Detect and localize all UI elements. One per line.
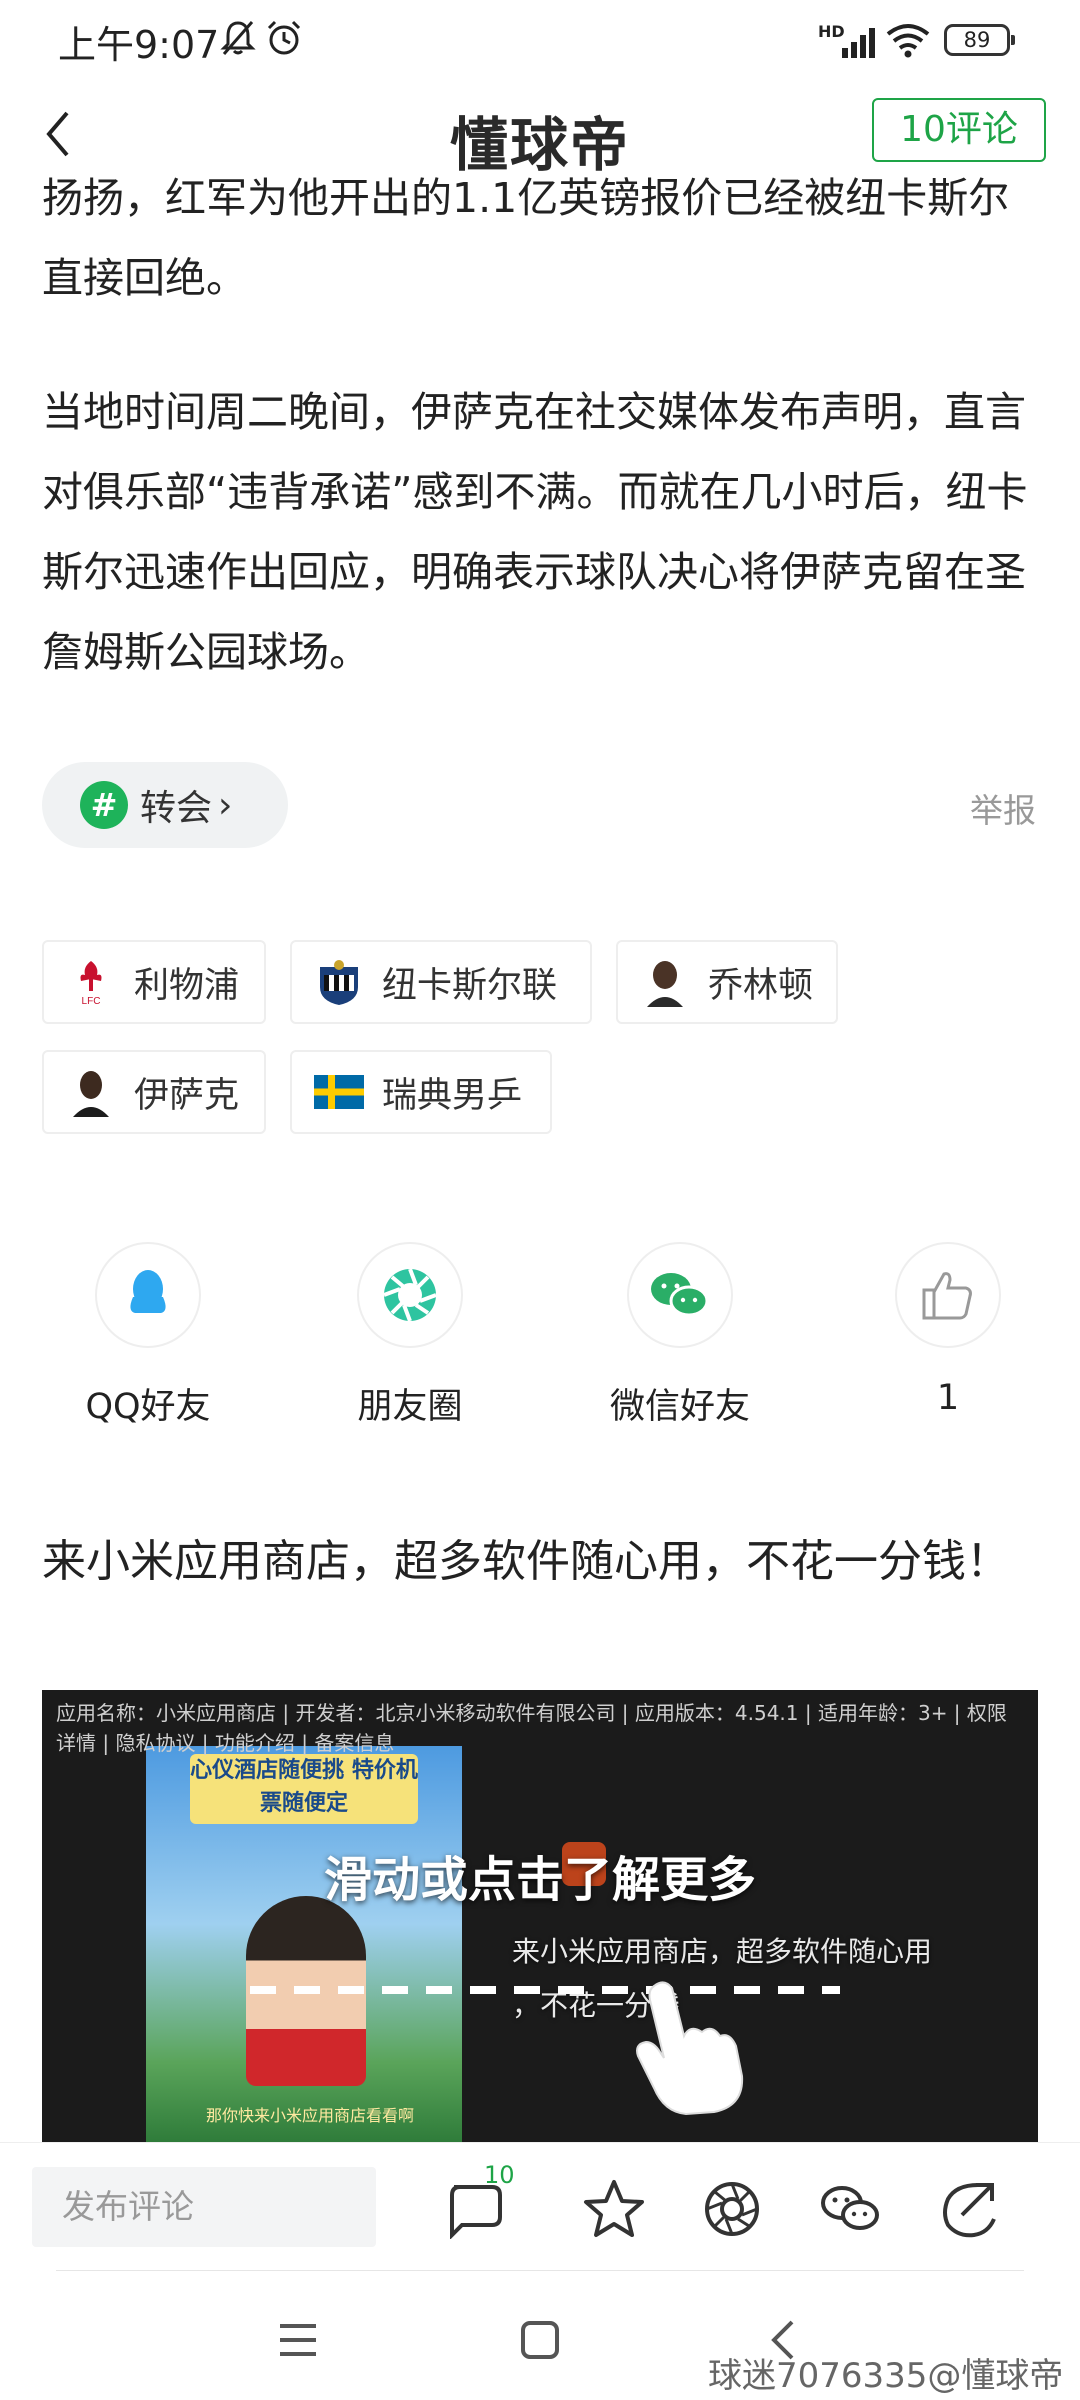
hashtag-icon: # [80, 781, 128, 829]
wifi-icon [884, 22, 932, 62]
share-moments-button[interactable]: 朋友圈 [310, 1242, 510, 1429]
tag-sweden-table-tennis[interactable]: 瑞典男乒 [290, 1050, 552, 1134]
home-button[interactable] [520, 2320, 560, 2364]
recent-apps-button[interactable] [278, 2322, 318, 2362]
tag-label: 乔林顿 [708, 965, 814, 1006]
system-navigation-bar: 球迷7076335@懂球帝 [0, 2282, 1080, 2400]
comment-count-badge: 10 [484, 2161, 515, 2189]
status-bar: 上午9:07 HD 89 [0, 0, 1080, 80]
square-home-icon [521, 2321, 559, 2359]
ad-subtitle-line: 来小米应用商店，超多软件随心用 [512, 1935, 933, 1968]
menu-icon [280, 2324, 316, 2356]
status-time: 上午9:07 [58, 23, 220, 67]
comment-count-button[interactable]: 10评论 [872, 98, 1046, 162]
star-icon [584, 2180, 644, 2237]
tag-isak[interactable]: 伊萨克 [42, 1050, 266, 1134]
share-button[interactable] [932, 2173, 1004, 2245]
back-button[interactable] [34, 104, 82, 164]
tag-label: 纽卡斯尔联 [382, 965, 558, 1006]
ad-title[interactable]: 来小米应用商店，超多软件随心用，不花一分钱！ [42, 1530, 1042, 1594]
sweden-flag-icon [314, 1067, 364, 1117]
share-label: 朋友圈 [357, 1387, 463, 1427]
moments-icon [705, 2182, 759, 2236]
like-button[interactable]: 1 [848, 1242, 1048, 1418]
ad-call-to-action[interactable]: 滑动或点击了解更多 [42, 1840, 1038, 1910]
report-link[interactable]: 举报 [970, 784, 1036, 832]
share-arrow-icon [943, 2183, 996, 2238]
ad-app-info[interactable]: 应用名称：小米应用商店 | 开发者：北京小米移动软件有限公司 | 应用版本：4.… [56, 1698, 1026, 1758]
alarm-clock-icon [264, 18, 304, 62]
topic-chip-transfer[interactable]: # 转会 › [42, 762, 288, 848]
share-label: 微信好友 [609, 1387, 750, 1427]
comment-input[interactable]: 发布评论 [32, 2167, 376, 2247]
tag-label: 伊萨克 [134, 1075, 240, 1116]
tag-label: 瑞典男乒 [382, 1075, 523, 1116]
share-qq-button[interactable]: QQ好友 [48, 1242, 248, 1429]
signal-icon [840, 26, 880, 62]
share-wechat-bar-button[interactable] [814, 2173, 886, 2245]
bottom-action-bar: 发布评论 10 [0, 2142, 1080, 2283]
bell-muted-icon [218, 18, 258, 62]
tag-newcastle[interactable]: 纽卡斯尔联 [290, 940, 592, 1024]
like-count: 1 [936, 1378, 960, 1418]
article-paragraph: 扬扬，红军为他开出的1.1亿英镑报价已经被纽卡斯尔直接回绝。 [42, 174, 1010, 302]
moments-icon [357, 1242, 463, 1348]
ad-poster-banner: 心仪酒店随便挑 特价机票随便定 [190, 1754, 418, 1824]
hand-pointer-icon [624, 1976, 754, 2120]
tag-label: 利物浦 [134, 965, 240, 1006]
article-paragraph: 当地时间周二晚间，伊萨克在社交媒体发布声明，直言对俱乐部“违背承诺”感到不满。而… [42, 388, 1028, 676]
share-label: QQ好友 [85, 1387, 211, 1427]
tag-liverpool[interactable]: LFC 利物浦 [42, 940, 266, 1024]
wechat-icon [821, 2186, 879, 2230]
chevron-left-icon [46, 111, 69, 157]
share-moments-bar-button[interactable] [696, 2173, 768, 2245]
qq-icon [95, 1242, 201, 1348]
tag-joelinton[interactable]: 乔林顿 [616, 940, 838, 1024]
liverpool-crest-icon: LFC [66, 957, 116, 1007]
topic-label: 转会 [140, 788, 213, 829]
share-wechat-button[interactable]: 微信好友 [580, 1242, 780, 1429]
favorite-button[interactable] [578, 2173, 650, 2245]
watermark: 球迷7076335@懂球帝 [708, 2356, 1064, 2396]
svg-text:LFC: LFC [82, 996, 101, 1007]
battery-indicator: 89 [944, 24, 1015, 56]
player-avatar-icon [640, 957, 690, 1007]
divider [56, 2270, 1024, 2271]
newcastle-crest-icon [314, 957, 364, 1007]
wechat-icon [627, 1242, 733, 1348]
ad-poster-image: 心仪酒店随便挑 特价机票随便定 那你快来小米应用商店看看啊 [146, 1746, 462, 2142]
ad-poster-caption: 那你快来小米应用商店看看啊 [205, 2106, 414, 2125]
thumbs-up-icon [895, 1242, 1001, 1348]
player-avatar-icon [66, 1067, 116, 1117]
chevron-right-icon: › [218, 784, 233, 826]
ad-banner[interactable]: 心仪酒店随便挑 特价机票随便定 那你快来小米应用商店看看啊 应用名称：小米应用商… [42, 1690, 1038, 2142]
